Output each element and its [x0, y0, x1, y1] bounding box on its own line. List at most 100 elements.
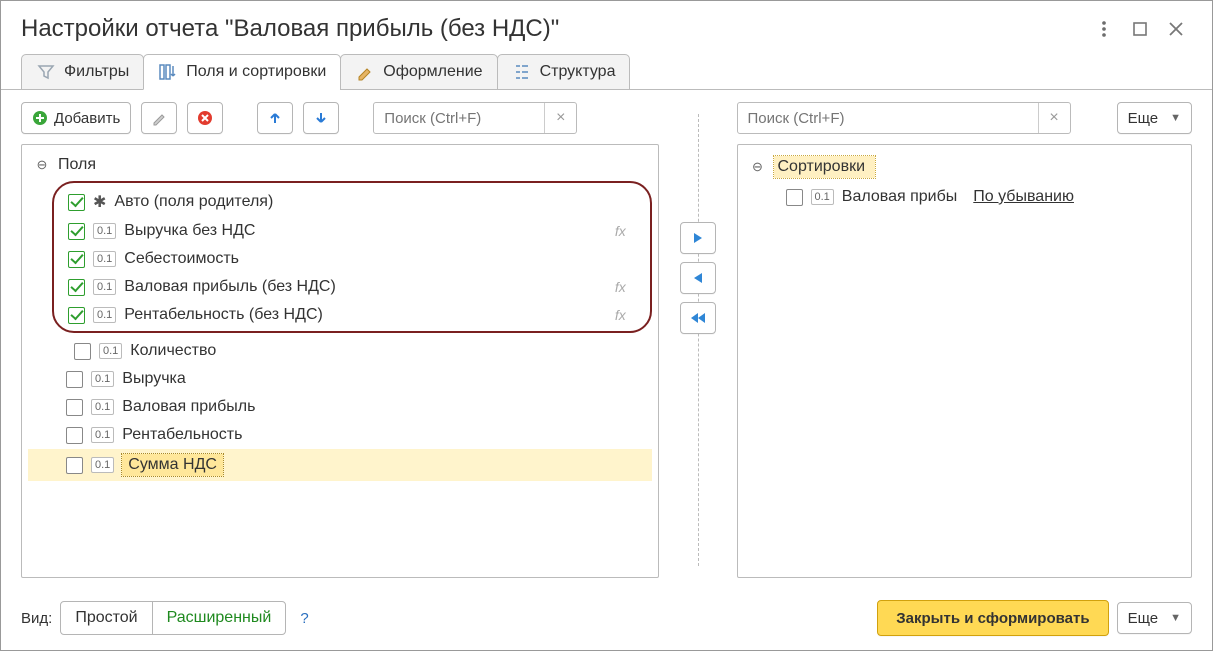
right-more-button[interactable]: Еще ▼ — [1117, 102, 1192, 134]
tabstrip: Фильтры Поля и сортировки Оформление Стр… — [1, 53, 1212, 90]
move-up-button[interactable] — [257, 102, 293, 134]
arrow-left-icon — [689, 269, 707, 287]
field-row[interactable]: 0.1 Количество — [28, 337, 652, 365]
field-row[interactable]: ✱ Авто (поля родителя) — [62, 187, 642, 217]
type-badge: 0.1 — [93, 279, 116, 295]
left-search-input[interactable] — [374, 103, 544, 133]
view-mode-simple[interactable]: Простой — [61, 602, 151, 634]
add-button[interactable]: Добавить — [21, 102, 131, 134]
collapse-icon[interactable]: ⊖ — [34, 157, 50, 173]
plus-icon — [32, 110, 48, 126]
field-row[interactable]: 0.1 Выручка — [28, 365, 652, 393]
left-search: × — [373, 102, 577, 134]
sort-root-label: Сортировки — [774, 156, 876, 178]
field-checkbox[interactable] — [66, 457, 83, 474]
field-row-selected[interactable]: 0.1 Сумма НДС — [28, 449, 652, 481]
field-label: Выручка — [122, 370, 185, 388]
tab-formatting[interactable]: Оформление — [340, 54, 497, 90]
edit-button[interactable] — [141, 102, 177, 134]
clear-icon: × — [1049, 109, 1058, 127]
tab-label: Оформление — [383, 63, 482, 81]
sort-tree: ⊖ Сортировки 0.1 Валовая прибы По убыван… — [737, 144, 1193, 578]
columns-sort-icon — [158, 62, 178, 82]
right-search-clear[interactable]: × — [1038, 103, 1070, 133]
field-row[interactable]: 0.1 Рентабельность — [28, 421, 652, 449]
right-toolbar: × Еще ▼ — [737, 102, 1193, 134]
right-search-input[interactable] — [738, 103, 1038, 133]
brush-icon — [355, 62, 375, 82]
tab-label: Фильтры — [64, 63, 129, 81]
caret-down-icon: ▼ — [1170, 112, 1181, 124]
field-checkbox[interactable] — [68, 279, 85, 296]
tab-structure[interactable]: Структура — [497, 54, 631, 90]
tab-filters[interactable]: Фильтры — [21, 54, 144, 90]
collapse-icon[interactable]: ⊖ — [750, 159, 766, 175]
pencil-icon — [151, 110, 167, 126]
field-checkbox[interactable] — [66, 399, 83, 416]
window-close-icon[interactable] — [1158, 13, 1194, 45]
field-label: Себестоимость — [124, 250, 239, 268]
tab-label: Структура — [540, 63, 616, 81]
arrow-up-icon — [267, 110, 283, 126]
fx-icon[interactable]: fx — [615, 223, 636, 239]
field-label: Рентабельность — [122, 426, 242, 444]
left-toolbar: Добавить — [21, 102, 659, 134]
type-badge: 0.1 — [99, 343, 122, 359]
sort-checkbox[interactable] — [786, 189, 803, 206]
caret-down-icon: ▼ — [1170, 612, 1181, 624]
sort-root[interactable]: ⊖ Сортировки — [744, 151, 1186, 183]
fields-root[interactable]: ⊖ Поля — [28, 151, 652, 179]
delete-button[interactable] — [187, 102, 223, 134]
field-label: Валовая прибыль — [122, 398, 255, 416]
clear-icon: × — [556, 109, 565, 127]
footer-more-button[interactable]: Еще ▼ — [1117, 602, 1192, 634]
sort-row[interactable]: 0.1 Валовая прибы По убыванию — [744, 183, 1186, 211]
field-row[interactable]: 0.1 Валовая прибыль — [28, 393, 652, 421]
type-badge: 0.1 — [93, 223, 116, 239]
view-label: Вид: — [21, 610, 52, 627]
right-search: × — [737, 102, 1071, 134]
fx-icon[interactable]: fx — [615, 279, 636, 295]
field-label: Валовая прибыль (без НДС) — [124, 278, 336, 296]
move-all-left-button[interactable] — [680, 302, 716, 334]
type-badge: 0.1 — [91, 371, 114, 387]
help-icon[interactable]: ? — [300, 610, 308, 627]
tree-icon — [512, 62, 532, 82]
window-more-icon[interactable] — [1086, 13, 1122, 45]
move-down-button[interactable] — [303, 102, 339, 134]
field-checkbox[interactable] — [74, 343, 91, 360]
field-row[interactable]: 0.1 Рентабельность (без НДС) fx — [62, 301, 642, 329]
window-maximize-icon[interactable] — [1122, 13, 1158, 45]
tab-fields-and-sort[interactable]: Поля и сортировки — [143, 54, 341, 90]
field-checkbox[interactable] — [68, 307, 85, 324]
fields-tree: ⊖ Поля ✱ Авто (поля родителя) 0.1 Выручк… — [21, 144, 659, 578]
field-label: Авто (поля родителя) — [114, 193, 273, 211]
highlighted-group: ✱ Авто (поля родителя) 0.1 Выручка без Н… — [52, 181, 652, 333]
field-checkbox[interactable] — [66, 371, 83, 388]
field-checkbox[interactable] — [68, 223, 85, 240]
funnel-icon — [36, 62, 56, 82]
field-checkbox[interactable] — [66, 427, 83, 444]
view-mode-advanced[interactable]: Расширенный — [152, 602, 286, 634]
type-badge: 0.1 — [93, 307, 116, 323]
left-search-clear[interactable]: × — [544, 103, 576, 133]
field-checkbox[interactable] — [68, 251, 85, 268]
move-right-button[interactable] — [680, 222, 716, 254]
field-label: Сумма НДС — [122, 454, 223, 476]
move-left-button[interactable] — [680, 262, 716, 294]
field-checkbox[interactable] — [68, 194, 85, 211]
double-arrow-left-icon — [688, 309, 708, 327]
type-badge: 0.1 — [93, 251, 116, 267]
type-badge: 0.1 — [811, 189, 834, 205]
type-badge: 0.1 — [91, 399, 114, 415]
field-row[interactable]: 0.1 Валовая прибыль (без НДС) fx — [62, 273, 642, 301]
field-row[interactable]: 0.1 Себестоимость — [62, 245, 642, 273]
sort-direction-link[interactable]: По убыванию — [973, 188, 1074, 206]
close-and-generate-button[interactable]: Закрыть и сформировать — [877, 600, 1108, 636]
primary-button-label: Закрыть и сформировать — [896, 610, 1089, 627]
tab-label: Поля и сортировки — [186, 63, 326, 81]
transfer-column — [659, 102, 737, 578]
fx-icon[interactable]: fx — [615, 307, 636, 323]
field-row[interactable]: 0.1 Выручка без НДС fx — [62, 217, 642, 245]
arrow-down-icon — [313, 110, 329, 126]
